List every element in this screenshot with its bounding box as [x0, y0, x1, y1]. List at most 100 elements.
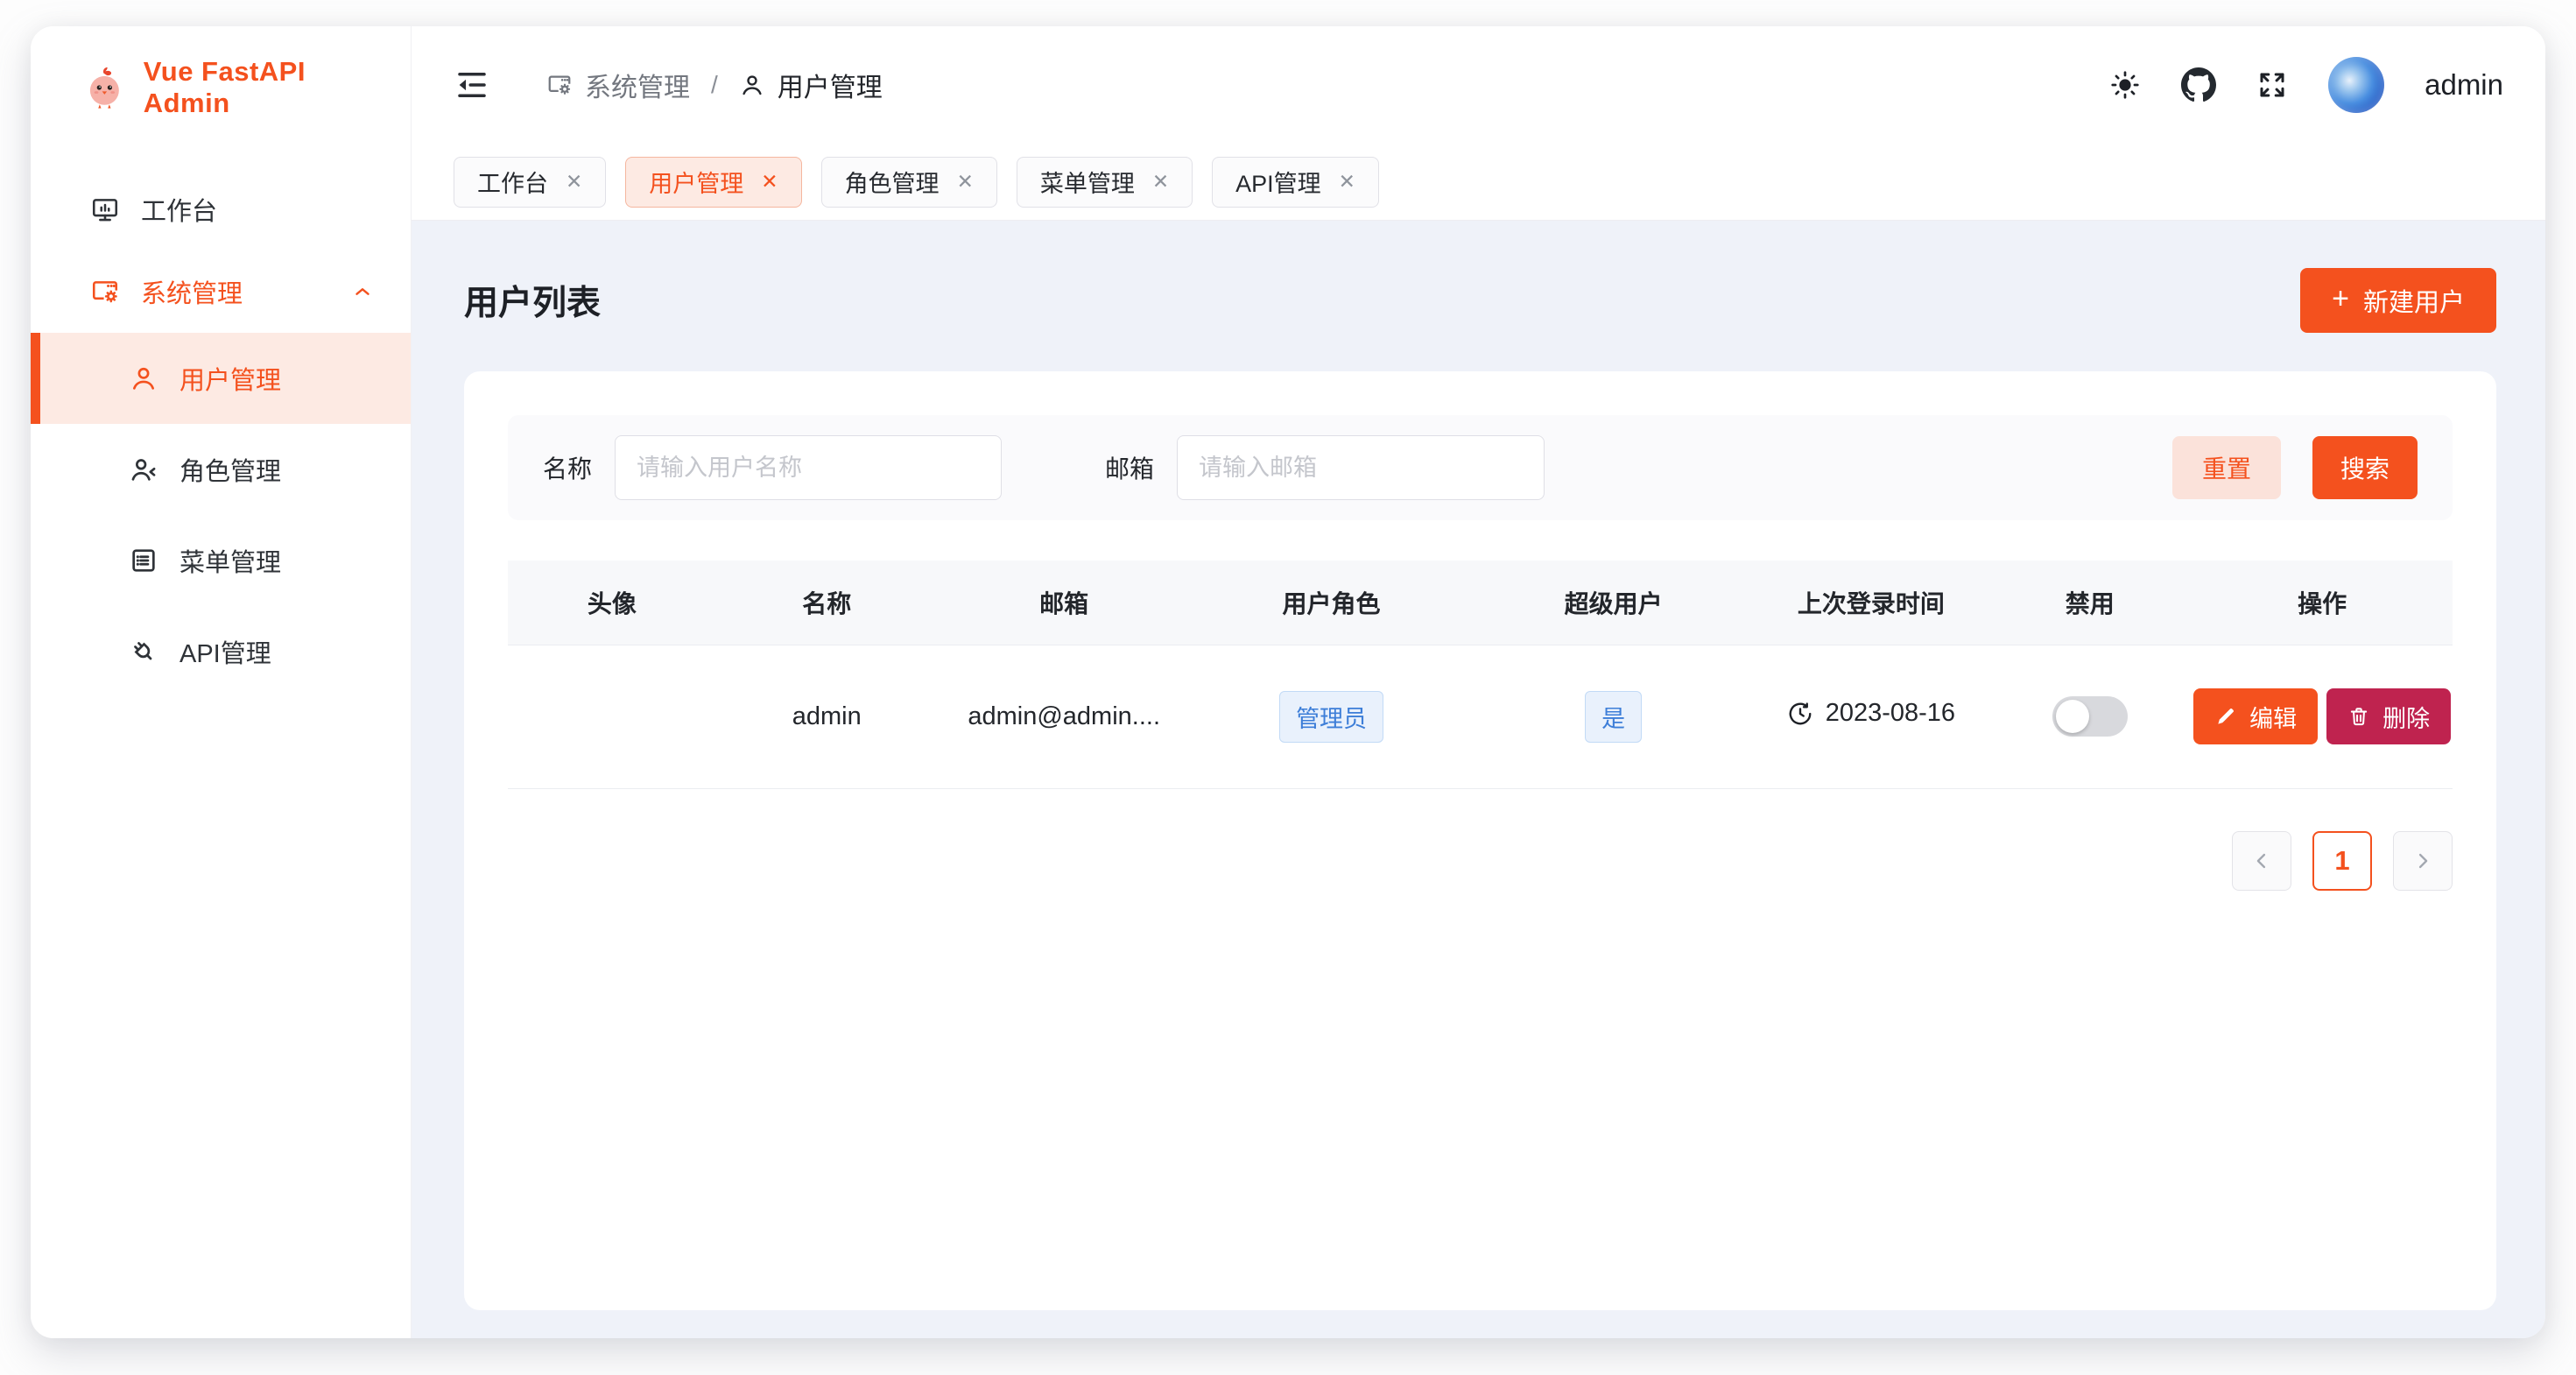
- fullscreen-icon: [2256, 69, 2288, 101]
- system-window-gear-icon: [90, 277, 120, 307]
- menu-list-icon: [129, 546, 158, 575]
- create-user-button[interactable]: + 新建用户: [2300, 268, 2496, 333]
- search-button[interactable]: 搜索: [2312, 436, 2418, 499]
- sidebar-item-label: 菜单管理: [179, 542, 281, 579]
- system-window-gear-icon: [546, 72, 573, 98]
- breadcrumb-label: 用户管理: [778, 66, 883, 104]
- sidebar-item-label: 用户管理: [179, 360, 281, 397]
- delete-button[interactable]: 删除: [2326, 688, 2451, 744]
- disabled-toggle[interactable]: [2052, 696, 2128, 737]
- sidebar-item-label: API管理: [179, 633, 271, 670]
- close-icon[interactable]: ✕: [761, 172, 778, 192]
- tab-users[interactable]: 用户管理 ✕: [625, 157, 801, 208]
- screen: Vue FastAPI Admin 工作台: [0, 0, 2576, 1375]
- app-title: Vue FastAPI Admin: [144, 56, 393, 119]
- breadcrumb-separator: /: [706, 71, 723, 99]
- next-page-button[interactable]: [2393, 831, 2453, 891]
- column-last-login: 上次登录时间: [1755, 561, 1988, 645]
- sidebar-item-roles[interactable]: 角色管理: [31, 424, 411, 515]
- cell-actions: 编辑 删除: [2192, 645, 2453, 788]
- create-user-label: 新建用户: [2363, 282, 2465, 319]
- delete-label: 删除: [2382, 700, 2430, 734]
- sidebar-menu: 工作台 系统管理: [31, 168, 411, 697]
- close-icon[interactable]: ✕: [1339, 172, 1355, 192]
- tab-roles[interactable]: 角色管理 ✕: [821, 157, 997, 208]
- role-badge: 管理员: [1279, 691, 1383, 743]
- toggle-knob: [2056, 700, 2089, 733]
- collapse-sidebar-button[interactable]: [454, 67, 490, 103]
- column-superuser: 超级用户: [1473, 561, 1755, 645]
- breadcrumb-item-users[interactable]: 用户管理: [739, 66, 883, 104]
- name-filter-label: 名称: [543, 450, 592, 485]
- table-row: admin admin@admin.... 管理员 是: [508, 645, 2453, 788]
- cell-name: admin: [716, 645, 938, 788]
- page-header-row: 用户列表 + 新建用户: [464, 268, 2496, 333]
- trash-icon: [2347, 705, 2370, 728]
- sidebar-item-label: 系统管理: [141, 273, 243, 310]
- theme-toggle-button[interactable]: [2109, 69, 2141, 101]
- cell-avatar: [508, 645, 716, 788]
- column-avatar: 头像: [508, 561, 716, 645]
- cell-email: admin@admin....: [938, 645, 1191, 788]
- user-icon: [739, 72, 765, 98]
- cell-superuser: 是: [1473, 645, 1755, 788]
- sun-icon: [2109, 69, 2141, 101]
- close-icon[interactable]: ✕: [957, 172, 974, 192]
- page-number-button[interactable]: 1: [2312, 831, 2372, 891]
- tab-label: 用户管理: [649, 165, 743, 199]
- tab-api[interactable]: API管理 ✕: [1212, 157, 1379, 208]
- users-table: 头像 名称 邮箱 用户角色 超级用户 上次登录时间 禁用 操作: [508, 561, 2453, 789]
- last-login-value: 2023-08-16: [1826, 699, 1955, 728]
- close-icon[interactable]: ✕: [566, 172, 582, 192]
- clock-icon: [1787, 701, 1813, 727]
- app-logo[interactable]: Vue FastAPI Admin: [31, 26, 411, 145]
- pencil-icon: [2214, 705, 2237, 728]
- breadcrumb-item-system[interactable]: 系统管理: [546, 66, 690, 104]
- app-container: Vue FastAPI Admin 工作台: [31, 26, 2545, 1338]
- name-filter-input[interactable]: [615, 435, 1002, 500]
- chevron-up-icon: [351, 280, 374, 303]
- sidebar-item-menus[interactable]: 菜单管理: [31, 515, 411, 606]
- tab-workbench[interactable]: 工作台 ✕: [454, 157, 606, 208]
- sidebar-item-label: 工作台: [141, 191, 217, 228]
- top-right-actions: admin: [2109, 57, 2503, 113]
- cell-role: 管理员: [1191, 645, 1473, 788]
- sidebar-item-api[interactable]: API管理: [31, 606, 411, 697]
- superuser-badge: 是: [1585, 691, 1642, 743]
- plus-icon: +: [2332, 282, 2349, 316]
- tab-label: 角色管理: [845, 165, 940, 199]
- sidebar-item-workbench[interactable]: 工作台: [31, 168, 411, 250]
- reset-button[interactable]: 重置: [2172, 436, 2281, 499]
- column-email: 邮箱: [938, 561, 1191, 645]
- username-label[interactable]: admin: [2425, 68, 2503, 102]
- column-actions: 操作: [2192, 561, 2453, 645]
- chick-logo-icon: [81, 64, 128, 111]
- sidebar-item-label: 角色管理: [179, 451, 281, 488]
- sidebar: Vue FastAPI Admin 工作台: [31, 26, 412, 1338]
- tab-menus[interactable]: 菜单管理 ✕: [1017, 157, 1193, 208]
- edit-button[interactable]: 编辑: [2193, 688, 2318, 744]
- pagination: 1: [508, 831, 2453, 891]
- edit-label: 编辑: [2249, 700, 2297, 734]
- prev-page-button[interactable]: [2232, 831, 2291, 891]
- cell-last-login: 2023-08-16: [1755, 645, 1988, 788]
- chevron-left-icon: [2249, 849, 2274, 873]
- page-title: 用户列表: [464, 276, 601, 325]
- chevron-right-icon: [2411, 849, 2435, 873]
- table-header-row: 头像 名称 邮箱 用户角色 超级用户 上次登录时间 禁用 操作: [508, 561, 2453, 645]
- email-filter-input[interactable]: [1177, 435, 1545, 500]
- user-avatar[interactable]: [2328, 57, 2384, 113]
- page-content: 用户列表 + 新建用户 名称 邮箱: [412, 221, 2545, 1338]
- fullscreen-button[interactable]: [2256, 69, 2288, 101]
- role-icon: [129, 455, 158, 484]
- breadcrumb-label: 系统管理: [585, 66, 690, 104]
- sidebar-item-users[interactable]: 用户管理: [31, 333, 411, 424]
- sidebar-item-system[interactable]: 系统管理: [31, 250, 411, 333]
- user-icon: [129, 363, 158, 393]
- filter-bar: 名称 邮箱 重置 搜索: [508, 415, 2453, 520]
- breadcrumb: 系统管理 / 用户管理: [546, 66, 883, 104]
- table-panel: 名称 邮箱 重置 搜索: [464, 371, 2496, 1310]
- github-button[interactable]: [2181, 67, 2216, 102]
- close-icon[interactable]: ✕: [1152, 172, 1169, 192]
- top-bar: 系统管理 / 用户管理: [412, 26, 2545, 144]
